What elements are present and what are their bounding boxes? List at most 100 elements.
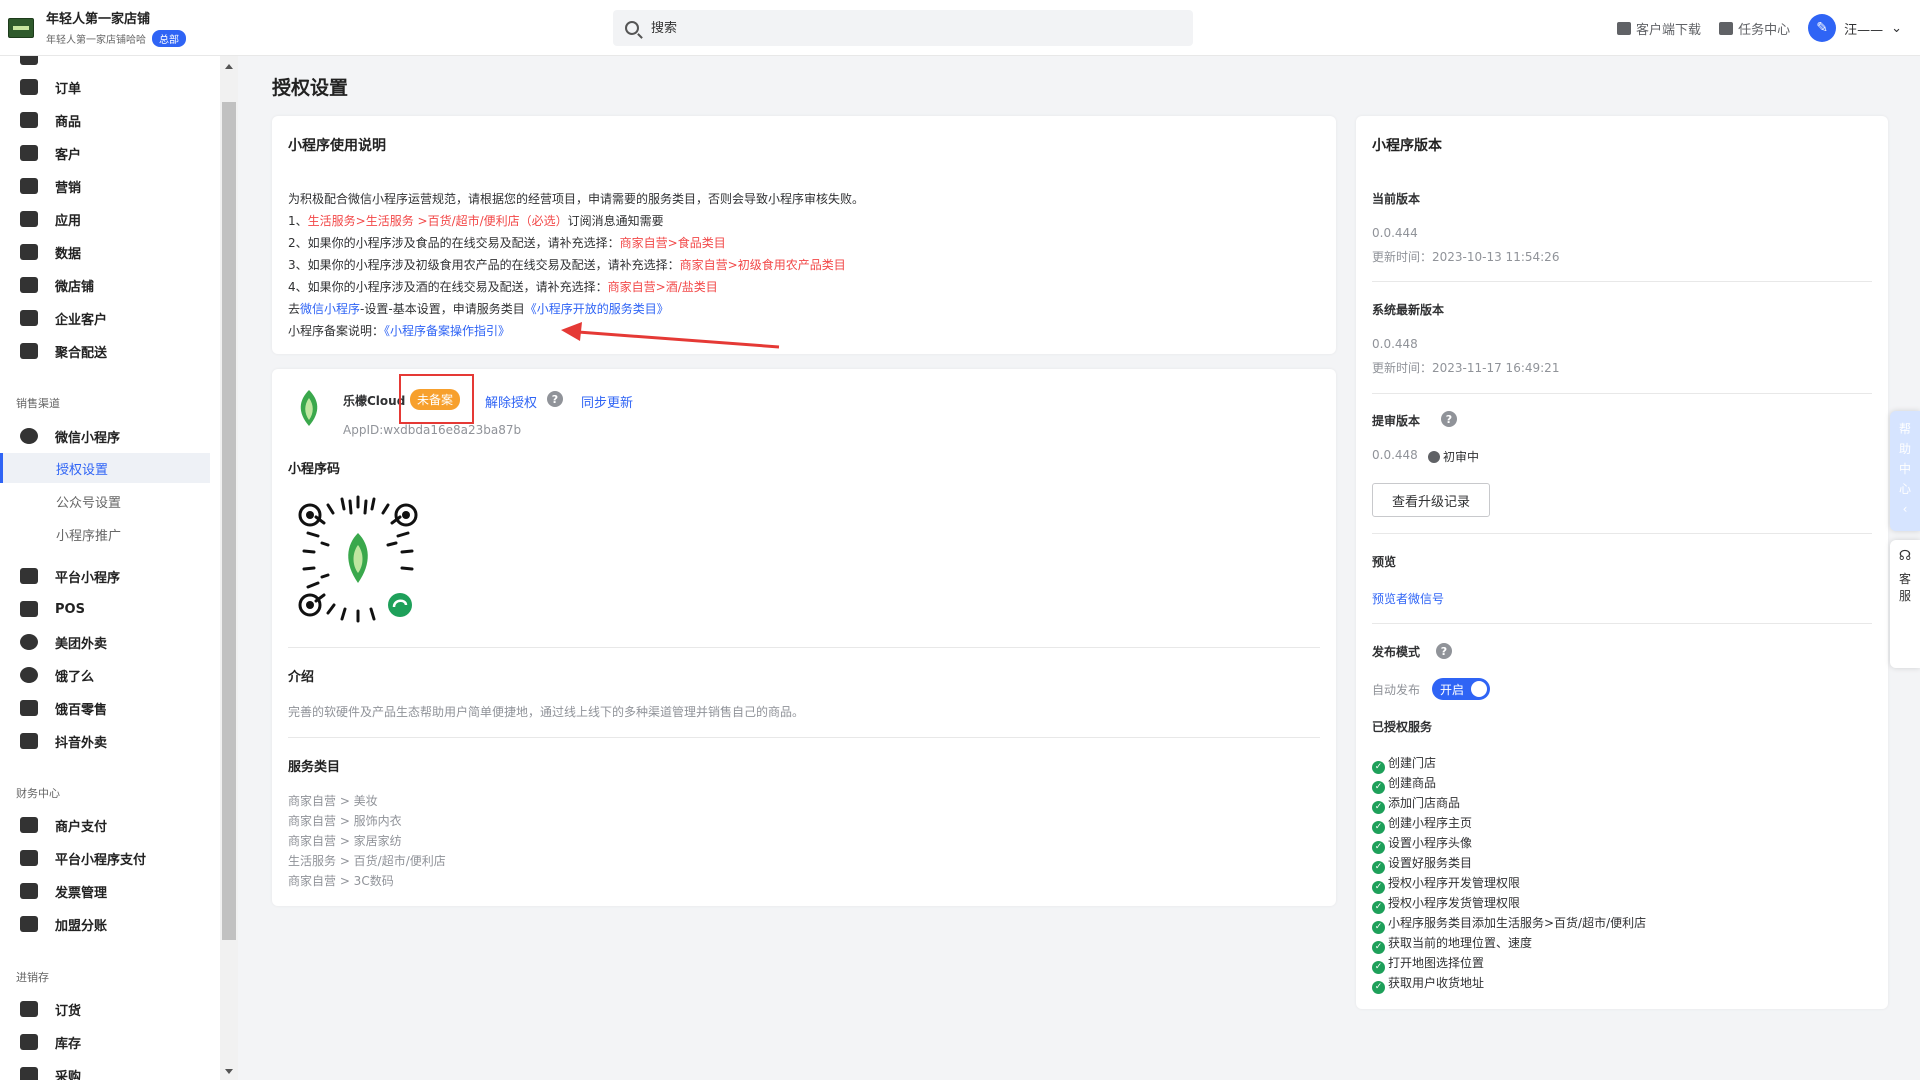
- sidebar-item-purchase[interactable]: 采购: [0, 1060, 210, 1080]
- mini-program-name: 乐檬Cloud: [343, 394, 406, 408]
- headset-icon: ☊: [1898, 548, 1912, 564]
- pending-status-icon: [1428, 451, 1440, 463]
- service-item: ✓ 创建小程序主页: [1372, 814, 1472, 834]
- order-icon: [20, 79, 38, 95]
- mini-program-qr-code: [298, 495, 418, 623]
- intro-title: 介绍: [288, 670, 315, 685]
- help-icon[interactable]: ?: [1436, 643, 1452, 659]
- sidebar-sub-official-account[interactable]: 公众号设置: [0, 486, 210, 516]
- store-subtitle: 年轻人第一家店铺哈哈: [46, 35, 146, 46]
- check-icon: ✓: [1372, 900, 1385, 914]
- sidebar-item-wechat-mini[interactable]: 微信小程序: [0, 421, 210, 451]
- sidebar-item-ordering[interactable]: 订货: [0, 994, 210, 1024]
- service-item: ✓ 获取用户收货地址: [1372, 974, 1484, 994]
- monitor-icon: [20, 343, 38, 359]
- store-logo: [8, 17, 34, 38]
- sidebar-item-pos[interactable]: POS: [0, 594, 210, 624]
- divider: [1372, 281, 1872, 282]
- sidebar-item-products[interactable]: 商品: [0, 105, 210, 135]
- user-menu[interactable]: ✎ 汪—— ⌄: [1808, 14, 1902, 42]
- store-name: 年轻人第一家店铺: [46, 12, 151, 27]
- mini-program-card: [272, 369, 1336, 906]
- unauthorize-link[interactable]: 解除授权: [485, 392, 537, 411]
- task-center-link[interactable]: 任务中心: [1719, 19, 1790, 38]
- divider: [1372, 623, 1872, 624]
- sidebar-item-merchant-pay[interactable]: 商户支付: [0, 810, 210, 840]
- service-item: ✓ 创建商品: [1372, 774, 1436, 794]
- service-item: ✓ 创建门店: [1372, 754, 1436, 774]
- auto-publish-switch[interactable]: 开启: [1432, 678, 1490, 700]
- category-item: 生活服务 > 百货/超市/便利店: [288, 854, 446, 868]
- scrollbar-thumb[interactable]: [222, 102, 236, 940]
- sidebar: 订单 商品 客户 营销 应用 数据 微店铺 企业客户 聚合配送 销售渠道 微信小…: [0, 56, 220, 1080]
- customer-service-tab[interactable]: ☊ 客 服: [1890, 540, 1920, 668]
- global-search[interactable]: [613, 10, 1193, 46]
- sidebar-item-eleme[interactable]: 饿了么: [0, 660, 210, 690]
- usage-line-5: 去微信小程序-设置-基本设置，申请服务类目《小程序开放的服务类目》: [288, 302, 669, 316]
- warehouse-icon: [20, 1034, 38, 1050]
- sidebar-item-meituan[interactable]: 美团外卖: [0, 627, 210, 657]
- service-category-link[interactable]: 《小程序开放的服务类目》: [525, 302, 669, 316]
- help-center-tab[interactable]: 帮 助 中 心 ‹: [1890, 411, 1920, 531]
- client-download-link[interactable]: 客户端下载: [1617, 19, 1701, 38]
- sidebar-item-customers[interactable]: 客户: [0, 138, 210, 168]
- highlight-box: [399, 374, 474, 424]
- group-finance: 财务中心: [16, 787, 60, 800]
- sidebar-item-delivery[interactable]: 聚合配送: [0, 336, 210, 366]
- scroll-up-icon[interactable]: [225, 64, 233, 69]
- divider: [1372, 533, 1872, 534]
- sidebar-item-franchise[interactable]: 加盟分账: [0, 909, 210, 939]
- sidebar-item-douyin[interactable]: 抖音外卖: [0, 726, 210, 756]
- sidebar-sub-promotion[interactable]: 小程序推广: [0, 519, 210, 549]
- current-version: 0.0.444: [1372, 226, 1418, 240]
- service-item: ✓ 设置好服务类目: [1372, 854, 1472, 874]
- sidebar-item-enterprise[interactable]: 企业客户: [0, 303, 210, 333]
- bank-icon: [20, 916, 38, 932]
- mini-code-title: 小程序码: [288, 462, 341, 477]
- store-switcher[interactable]: 年轻人第一家店铺 年轻人第一家店铺哈哈 总部: [0, 8, 420, 47]
- search-input[interactable]: [651, 20, 1151, 36]
- service-item: ✓ 打开地图选择位置: [1372, 954, 1484, 974]
- latest-update-time: 更新时间：2023-11-17 16:49:21: [1372, 361, 1560, 375]
- sidebar-item-apps[interactable]: 应用: [0, 204, 210, 234]
- pos-icon: [20, 601, 38, 617]
- document-icon: [20, 1001, 38, 1017]
- sync-update-link[interactable]: 同步更新: [581, 392, 633, 411]
- top-bar: 年轻人第一家店铺 年轻人第一家店铺哈哈 总部 客户端下载 任务中心 ✎ 汪—— …: [0, 0, 1920, 56]
- review-status: 初审中: [1428, 448, 1479, 465]
- view-upgrade-history-button[interactable]: 查看升级记录: [1372, 483, 1490, 517]
- sidebar-item-orders[interactable]: 订单: [0, 72, 210, 102]
- sidebar-item-ebai[interactable]: 饿百零售: [0, 693, 210, 723]
- category-item: 商家自营 > 家居家纺: [288, 834, 402, 848]
- sidebar-item-marketing[interactable]: 营销: [0, 171, 210, 201]
- help-icon[interactable]: ?: [547, 391, 563, 407]
- sidebar-item-stock[interactable]: 库存: [0, 1027, 210, 1057]
- sidebar-item-platform-mini[interactable]: 平台小程序: [0, 561, 210, 591]
- service-item: ✓ 授权小程序开发管理权限: [1372, 874, 1520, 894]
- filing-guide-link[interactable]: 《小程序备案操作指引》: [384, 324, 510, 338]
- usage-line-1: 1、生活服务>生活服务 >百货/超市/便利店（必选）订阅消息通知需要: [288, 214, 664, 228]
- category-item: 商家自营 > 美妆: [288, 794, 378, 808]
- sidebar-item-micro-store[interactable]: 微店铺: [0, 270, 210, 300]
- douyin-icon: [20, 733, 38, 749]
- sidebar-item-platform-pay[interactable]: 平台小程序支付: [0, 843, 210, 873]
- sidebar-item-invoice[interactable]: 发票管理: [0, 876, 210, 906]
- check-icon: ✓: [1372, 860, 1385, 874]
- latest-version: 0.0.448: [1372, 337, 1418, 351]
- help-icon[interactable]: ?: [1441, 411, 1457, 427]
- sidebar-scrollbar[interactable]: [220, 56, 238, 1080]
- home-icon: [20, 56, 38, 65]
- check-icon: ✓: [1372, 880, 1385, 894]
- sidebar-sub-auth-settings[interactable]: 授权设置: [0, 453, 210, 483]
- scroll-down-icon[interactable]: [225, 1069, 233, 1074]
- check-icon: ✓: [1372, 780, 1385, 794]
- wechat-mini-link[interactable]: 微信小程序: [300, 302, 360, 316]
- divider: [288, 737, 1320, 738]
- preview-wechat-link[interactable]: 预览者微信号: [1372, 590, 1444, 607]
- check-icon: ✓: [1372, 760, 1385, 774]
- sidebar-item-home[interactable]: [0, 56, 210, 72]
- review-version: 0.0.448: [1372, 448, 1418, 462]
- check-icon: ✓: [1372, 980, 1385, 994]
- marketing-icon: [20, 178, 38, 194]
- sidebar-item-data[interactable]: 数据: [0, 237, 210, 267]
